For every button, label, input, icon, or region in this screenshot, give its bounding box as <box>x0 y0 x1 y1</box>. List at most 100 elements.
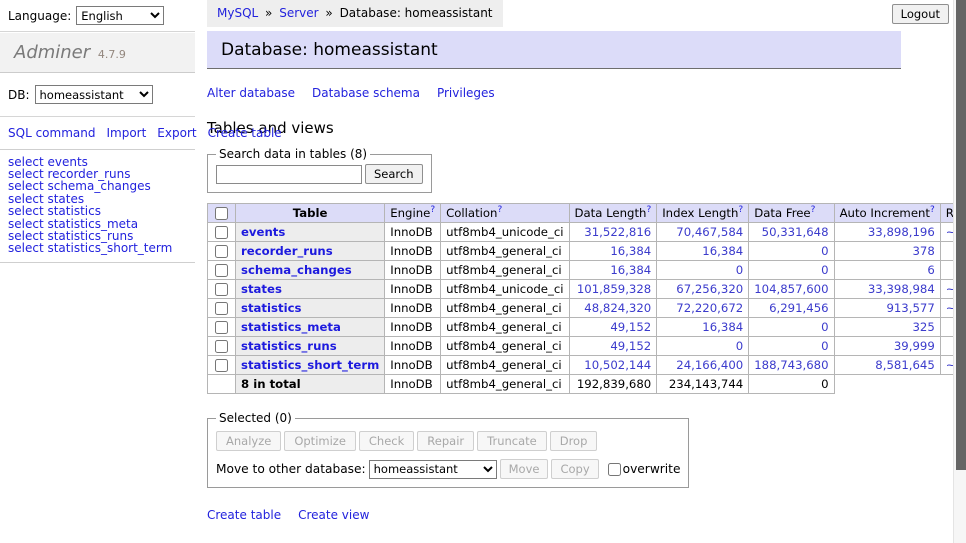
search-fieldset: Search data in tables (8) Search <box>207 147 432 193</box>
optimize-button[interactable]: Optimize <box>284 431 356 451</box>
row-checkbox-cell <box>208 356 236 375</box>
column-hint-link[interactable]: ? <box>646 205 651 215</box>
value-link[interactable]: 101,859,328 <box>577 282 651 296</box>
database-action-link[interactable]: Database schema <box>312 86 420 100</box>
value-link[interactable]: 6 <box>927 263 934 277</box>
engine-cell: InnoDB <box>385 318 441 337</box>
value-link[interactable]: 325 <box>912 320 934 334</box>
create-link[interactable]: Create table <box>207 508 281 522</box>
search-legend: Search data in tables (8) <box>216 147 370 161</box>
row-checkbox[interactable] <box>215 245 228 258</box>
value-link[interactable]: 0 <box>736 263 743 277</box>
create-link[interactable]: Create view <box>298 508 369 522</box>
logout-button[interactable]: Logout <box>892 4 949 24</box>
value-link[interactable]: 0 <box>821 339 828 353</box>
value-link[interactable]: 48,824,320 <box>584 301 651 315</box>
row-checkbox[interactable] <box>215 302 228 315</box>
row-checkbox[interactable] <box>215 283 228 296</box>
row-checkbox[interactable] <box>215 226 228 239</box>
sidebar-action-link[interactable]: SQL command <box>8 126 95 140</box>
row-checkbox[interactable] <box>215 340 228 353</box>
value-link[interactable]: 0 <box>821 263 828 277</box>
value-link[interactable]: 39,999 <box>894 339 935 353</box>
value-link[interactable]: 70,467,584 <box>676 225 743 239</box>
sidebar-action-link[interactable]: Create table <box>208 126 282 140</box>
value-link[interactable]: 67,256,320 <box>676 282 743 296</box>
value-link[interactable]: 16,384 <box>702 320 743 334</box>
copy-button[interactable]: Copy <box>551 459 598 479</box>
value-link[interactable]: 16,384 <box>610 244 651 258</box>
value-link[interactable]: 0 <box>821 244 828 258</box>
value-link[interactable]: 378 <box>912 244 934 258</box>
move-database-select[interactable]: homeassistant <box>369 460 497 479</box>
language-select[interactable]: English <box>76 6 164 25</box>
value-link[interactable]: 49,152 <box>610 339 651 353</box>
search-button[interactable]: Search <box>365 164 423 184</box>
table-name-link[interactable]: statistics_runs <box>241 339 337 353</box>
table-name-link[interactable]: statistics_short_term <box>241 358 379 372</box>
truncate-button[interactable]: Truncate <box>477 431 547 451</box>
vertical-scrollbar[interactable] <box>953 0 966 543</box>
column-hint-link[interactable]: ? <box>430 205 435 215</box>
value-link[interactable]: 33,398,984 <box>868 282 935 296</box>
sidebar-select-link[interactable]: select statistics_short_term <box>8 242 195 254</box>
search-input[interactable] <box>216 165 362 184</box>
value-link[interactable]: 49,152 <box>610 320 651 334</box>
repair-button[interactable]: Repair <box>417 431 474 451</box>
column-hint-link[interactable]: ? <box>811 205 816 215</box>
breadcrumb-link-mysql[interactable]: MySQL <box>217 6 258 20</box>
column-hint-link[interactable]: ? <box>930 205 935 215</box>
sidebar-select-link[interactable]: select schema_changes <box>8 180 195 192</box>
table-name-cell: statistics_meta <box>236 318 385 337</box>
column-header-collation: Collation? <box>441 204 569 223</box>
move-button[interactable]: Move <box>500 459 549 479</box>
check-button[interactable]: Check <box>359 431 414 451</box>
value-cell: 72,220,672 <box>657 299 749 318</box>
row-checkbox[interactable] <box>215 359 228 372</box>
value-link[interactable]: 6,291,456 <box>769 301 828 315</box>
value-link[interactable]: 0 <box>736 339 743 353</box>
db-select[interactable]: homeassistant <box>35 85 153 104</box>
column-hint-link[interactable]: ? <box>497 205 502 215</box>
value-link[interactable]: 188,743,680 <box>754 358 828 372</box>
value-cell: 8,581,645 <box>834 356 940 375</box>
value-link[interactable]: 104,857,600 <box>754 282 828 296</box>
selected-buttons: AnalyzeOptimizeCheckRepairTruncateDrop <box>216 431 680 451</box>
table-name-link[interactable]: schema_changes <box>241 263 352 277</box>
value-link[interactable]: 24,166,400 <box>676 358 743 372</box>
value-link[interactable]: 72,220,672 <box>676 301 743 315</box>
overwrite-checkbox[interactable] <box>608 463 621 476</box>
sidebar-select-link[interactable]: select statistics <box>8 205 195 217</box>
value-link[interactable]: 16,384 <box>610 263 651 277</box>
brand-name[interactable]: Adminer <box>14 42 90 63</box>
value-link[interactable]: 50,331,648 <box>762 225 829 239</box>
value-link[interactable]: 10,502,144 <box>584 358 651 372</box>
row-checkbox[interactable] <box>215 264 228 277</box>
value-link[interactable]: 16,384 <box>702 244 743 258</box>
sidebar-action-link[interactable]: Export <box>157 126 196 140</box>
value-link[interactable]: 913,577 <box>886 301 934 315</box>
drop-button[interactable]: Drop <box>550 431 598 451</box>
sidebar-action-link[interactable]: Import <box>106 126 146 140</box>
table-name-link[interactable]: statistics <box>241 301 301 315</box>
column-hint-link[interactable]: ? <box>738 205 743 215</box>
table-name-link[interactable]: recorder_runs <box>241 244 333 258</box>
database-action-link[interactable]: Privileges <box>437 86 495 100</box>
value-link[interactable]: 33,898,196 <box>868 225 935 239</box>
value-link[interactable]: 8,581,645 <box>875 358 934 372</box>
scrollbar-thumb[interactable] <box>956 0 966 470</box>
db-selector-row: DB:homeassistant <box>0 73 195 117</box>
select-all-checkbox[interactable] <box>215 207 228 220</box>
table-name-link[interactable]: states <box>241 282 282 296</box>
column-header-auto-increment: Auto Increment? <box>834 204 940 223</box>
value-cell: 16,384 <box>657 318 749 337</box>
database-action-link[interactable]: Alter database <box>207 86 295 100</box>
row-checkbox[interactable] <box>215 321 228 334</box>
analyze-button[interactable]: Analyze <box>216 431 281 451</box>
value-link[interactable]: 31,522,816 <box>584 225 651 239</box>
value-link[interactable]: 0 <box>821 320 828 334</box>
selected-fieldset: Selected (0) AnalyzeOptimizeCheckRepairT… <box>207 411 689 488</box>
table-name-link[interactable]: events <box>241 225 285 239</box>
table-name-link[interactable]: statistics_meta <box>241 320 341 334</box>
breadcrumb-link-server[interactable]: Server <box>279 6 318 20</box>
